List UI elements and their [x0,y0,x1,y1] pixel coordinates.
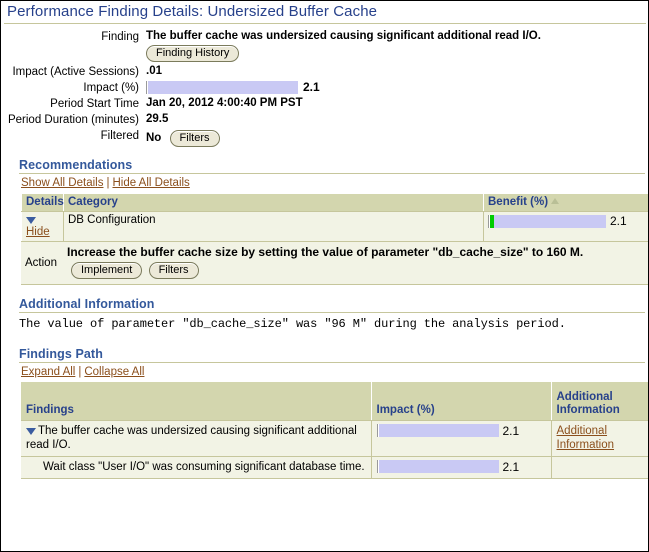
recommendations-title: Recommendations [1,158,648,173]
finding-text: The buffer cache was undersized causing … [26,425,357,451]
finding-label: Finding [1,28,144,63]
chevron-down-icon[interactable] [26,428,36,435]
findings-path-link-row: Expand All|Collapse All [1,363,648,382]
impact-percent-bar-fill [148,81,298,94]
recommendations-table: Details Category Benefit (%) Hide DB Con… [21,193,649,242]
property-row-period-duration: Period Duration (minutes) 29.5 [1,111,648,127]
action-row: Action Increase the buffer cache size by… [21,242,649,285]
additional-information-section: Additional Information The value of para… [1,297,648,335]
collapse-all-link[interactable]: Collapse All [84,366,144,378]
additional-information-text: The value of parameter "db_cache_size" w… [1,313,648,335]
additional-information-cell: Additional Information [551,420,649,456]
impact-percent-label: Impact (%) [1,79,144,95]
filtered-value-cell: No Filters [144,127,648,148]
show-all-details-link[interactable]: Show All Details [21,177,103,189]
findings-path-title: Findings Path [1,347,648,362]
column-header-additional-information[interactable]: Additional Information [551,382,649,420]
property-row-finding: Finding The buffer cache was undersized … [1,28,648,63]
impact-percent-value: 2.1 [298,80,320,94]
finding-properties: Finding The buffer cache was undersized … [1,28,648,148]
period-start-time-value: Jan 20, 2012 4:00:40 PM PST [146,97,303,109]
impact-bar-track [377,460,499,473]
ascending-sort-arrow-icon [551,198,559,204]
recommendations-link-row: Show All Details|Hide All Details [1,174,648,193]
column-header-category[interactable]: Category [64,194,484,212]
column-header-details[interactable]: Details [22,194,64,212]
findings-path-header-row: Findings Impact (%) Additional Informati… [21,382,649,420]
benefit-bar-fill [490,215,606,228]
title-divider [4,23,646,24]
action-content-cell: Increase the buffer cache size by settin… [63,242,649,285]
property-row-impact-pct: Impact (%) 2.1 [1,79,648,95]
filtered-label: Filtered [1,127,144,148]
period-start-time-value-cell: Jan 20, 2012 4:00:40 PM PST [144,95,648,111]
action-filters-button[interactable]: Filters [149,262,199,279]
details-toggle-cell[interactable]: Hide [22,212,64,242]
impact-cell: 2.1 [371,456,551,478]
impact-value: 2.1 [499,460,520,474]
benefit-bar-green-segment [490,215,494,228]
findings-path-table: Findings Impact (%) Additional Informati… [21,382,649,479]
finding-value-cell: The buffer cache was undersized causing … [144,28,648,63]
recommendations-header-row: Details Category Benefit (%) [22,194,649,212]
benefit-bar-track [488,215,606,228]
action-text: Increase the buffer cache size by settin… [67,245,583,259]
period-duration-value: 29.5 [146,113,168,125]
impact-bar: 2.1 [377,424,520,438]
action-label: Action [21,242,63,285]
page-title: Performance Finding Details: Undersized … [1,1,648,23]
recommendations-section: Recommendations Show All Details|Hide Al… [1,158,648,285]
impact-percent-value-cell: 2.1 [144,79,648,95]
impact-active-sessions-label: Impact (Active Sessions) [1,63,144,79]
findings-path-section: Findings Path Expand All|Collapse All Fi… [1,347,648,479]
property-row-impact-sessions: Impact (Active Sessions) .01 [1,63,648,79]
impact-value: 2.1 [499,424,520,438]
action-table: Action Increase the buffer cache size by… [21,242,649,285]
table-row: The buffer cache was undersized causing … [21,420,649,456]
period-duration-value-cell: 29.5 [144,111,648,127]
impact-bar-fill [379,424,499,437]
table-row: Wait class "User I/O" was consuming sign… [21,456,649,478]
benefit-bar: 2.1 [488,214,627,228]
finding-history-button[interactable]: Finding History [146,45,239,62]
filtered-value: No [146,132,161,144]
period-duration-label: Period Duration (minutes) [1,111,144,127]
finding-text: The buffer cache was undersized causing … [146,29,648,43]
finding-cell: Wait class "User I/O" was consuming sign… [21,456,371,478]
additional-information-link[interactable]: Additional Information [557,425,615,451]
column-header-impact[interactable]: Impact (%) [371,382,551,420]
benefit-cell: 2.1 [484,212,649,242]
period-start-time-label: Period Start Time [1,95,144,111]
hide-all-details-link[interactable]: Hide All Details [112,177,189,189]
impact-active-sessions-value-cell: .01 [144,63,648,79]
link-separator: | [75,366,84,378]
property-row-period-start: Period Start Time Jan 20, 2012 4:00:40 P… [1,95,648,111]
category-cell: DB Configuration [64,212,484,242]
finding-cell: The buffer cache was undersized causing … [21,420,371,456]
performance-finding-details-page: Performance Finding Details: Undersized … [0,0,649,552]
chevron-down-icon[interactable] [26,217,36,224]
impact-active-sessions-value: .01 [146,65,162,77]
benefit-value: 2.1 [606,214,627,228]
implement-button[interactable]: Implement [71,262,142,279]
hide-details-link[interactable]: Hide [26,226,50,238]
impact-bar: 2.1 [377,460,520,474]
finding-text: Wait class "User I/O" was consuming sign… [43,461,365,473]
additional-information-title: Additional Information [1,297,648,312]
column-header-benefit[interactable]: Benefit (%) [484,194,649,212]
impact-bar-track [377,424,499,437]
table-row: Hide DB Configuration 2.1 [22,212,649,242]
column-header-findings[interactable]: Findings [21,382,371,420]
filters-button[interactable]: Filters [170,130,220,147]
column-header-benefit-label: Benefit (%) [488,196,548,208]
impact-bar-fill [379,460,499,473]
impact-cell: 2.1 [371,420,551,456]
impact-percent-bar-track [146,81,298,94]
property-row-filtered: Filtered No Filters [1,127,648,148]
expand-all-link[interactable]: Expand All [21,366,75,378]
impact-percent-bar: 2.1 [146,80,320,94]
additional-information-cell [551,456,649,478]
